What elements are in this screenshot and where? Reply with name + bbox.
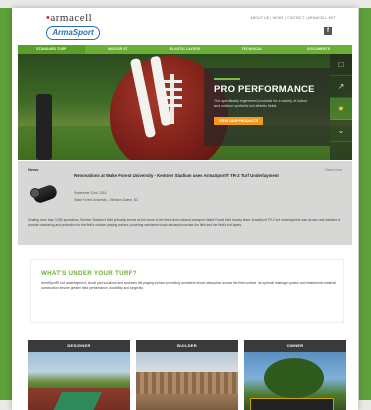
hero-side-menu: □ ↗ ★ ⌄ <box>330 54 352 160</box>
shield-icon[interactable]: ★ <box>330 98 352 120</box>
trophy-icon[interactable]: □ <box>330 54 352 76</box>
owner-image <box>244 352 346 410</box>
accent-bar <box>214 78 240 80</box>
chevron-down-icon[interactable]: ⌄ <box>330 120 352 142</box>
page-background-left <box>0 8 12 400</box>
card-label: OWNER <box>244 340 346 352</box>
news-thumbnail[interactable] <box>30 179 60 209</box>
page-frame: •armacell ArmaSport ABOUT US | NEWS | CO… <box>12 8 358 410</box>
card-label: BUILDER <box>136 340 238 352</box>
builder-image <box>136 352 238 410</box>
designer-image <box>28 352 130 410</box>
armacell-logo[interactable]: •armacell ArmaSport <box>46 12 100 40</box>
nav-item-standard-turf[interactable]: STANDARD TURF <box>18 45 85 54</box>
hero-text: The specifically engineered products for… <box>214 99 308 108</box>
news-headline[interactable]: Renovations at Wake Forest University - … <box>74 173 334 178</box>
facebook-icon[interactable]: f <box>324 27 332 35</box>
turf-text: ArmaSport® turf underlayment, shock pad … <box>41 281 336 290</box>
news-date: September 22nd, 2016 <box>74 191 107 195</box>
card-owner[interactable]: OWNER <box>244 340 346 410</box>
armasport-badge: ArmaSport <box>46 26 100 40</box>
whistle-icon[interactable]: ↗ <box>330 76 352 98</box>
brand-top: •armacell <box>46 12 93 24</box>
nav-item-documents[interactable]: DOCUMENTS <box>285 45 352 54</box>
turf-title: WHAT'S UNDER YOUR TURF? <box>41 270 137 277</box>
main-nav: STANDARD TURF INDOOR ST. ELASTIC LAYERS … <box>18 45 352 54</box>
card-label: DESIGNER <box>28 340 130 352</box>
news-body: Seating more than 3,000 spectators, Kent… <box>28 218 341 227</box>
news-location: Wake Forest University – Winston-Salem, … <box>74 198 139 202</box>
nav-item-elastic-layers[interactable]: ELASTIC LAYERS <box>152 45 219 54</box>
card-designer[interactable]: DESIGNER <box>28 340 130 410</box>
site-header: •armacell ArmaSport ABOUT US | NEWS | CO… <box>12 8 358 44</box>
under-turf-section: WHAT'S UNDER YOUR TURF? ArmaSport® turf … <box>30 259 344 323</box>
view-products-button[interactable]: VIEW OUR PRODUCTS <box>214 117 264 125</box>
news-label: News <box>28 167 39 172</box>
hero-banner: PRO PERFORMANCE The specifically enginee… <box>18 54 352 160</box>
hero-panel: PRO PERFORMANCE The specifically enginee… <box>204 68 330 146</box>
goal-post <box>36 94 52 160</box>
page-background-right <box>359 8 371 400</box>
read-more-link[interactable]: Read more <box>325 168 342 172</box>
nav-item-technical[interactable]: TECHNICAL <box>218 45 285 54</box>
news-section: News Read more Renovations at Wake Fores… <box>18 161 352 245</box>
hero-title: PRO PERFORMANCE <box>214 84 315 95</box>
card-builder[interactable]: BUILDER <box>136 340 238 410</box>
nav-item-indoor[interactable]: INDOOR ST. <box>85 45 152 54</box>
top-menu[interactable]: ABOUT US | NEWS | CONTACT | ARMACELL.NET <box>250 16 336 20</box>
audience-cards: DESIGNER BUILDER OWNER <box>28 340 346 410</box>
